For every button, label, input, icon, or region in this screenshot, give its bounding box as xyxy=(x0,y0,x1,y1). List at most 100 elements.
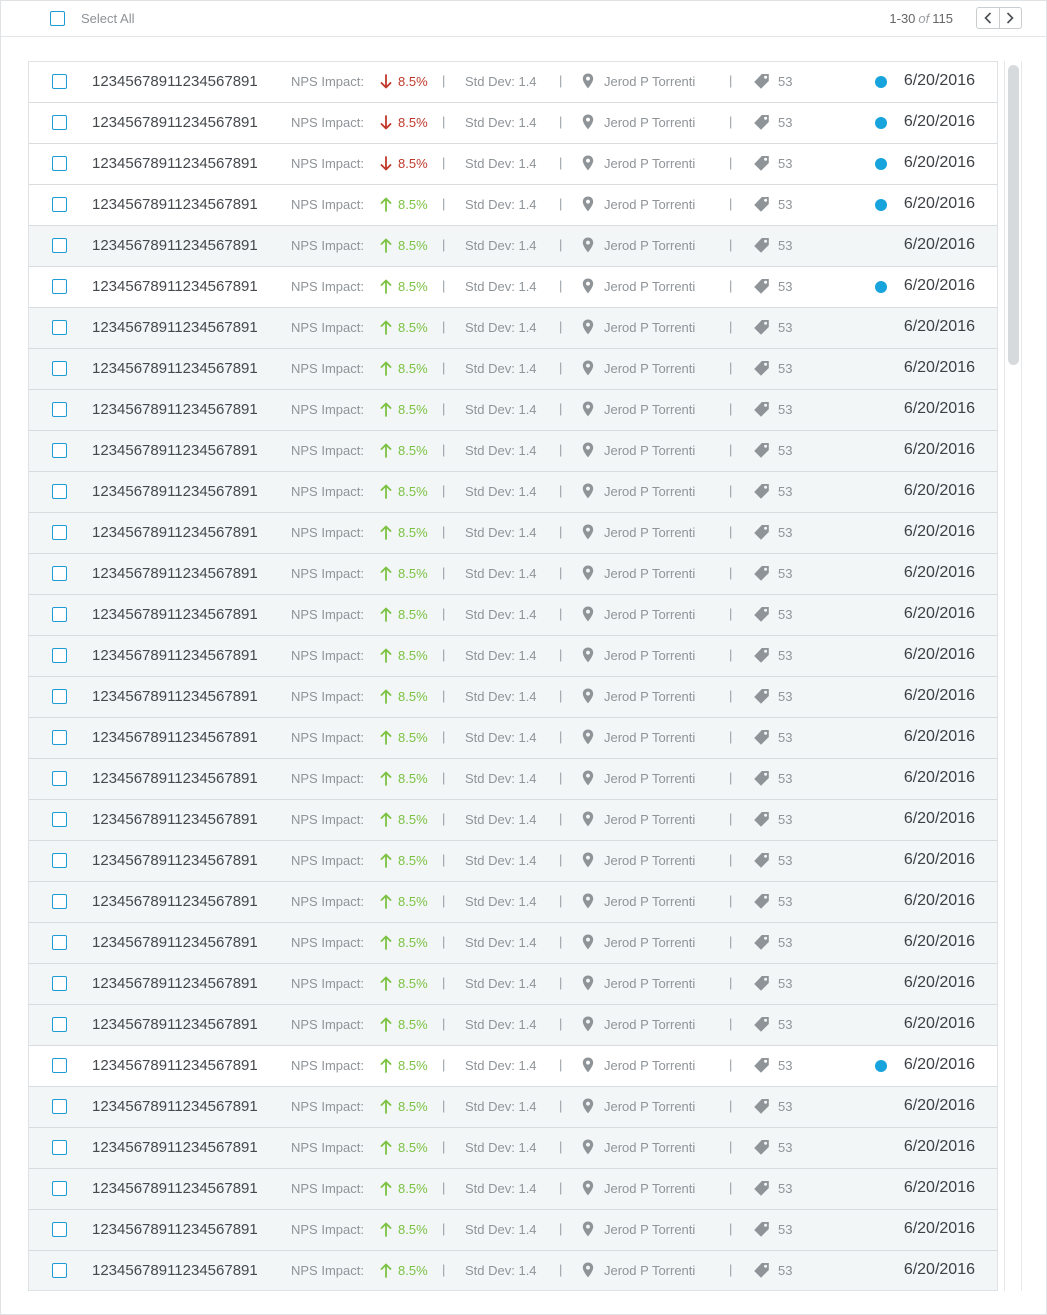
list-item[interactable]: 12345678911234567891 NPS Impact: 8.5% | … xyxy=(29,882,997,923)
row-checkbox[interactable] xyxy=(52,1099,67,1114)
list-item[interactable]: 12345678911234567891 NPS Impact: 8.5% | … xyxy=(29,1005,997,1046)
list-item[interactable]: 12345678911234567891 NPS Impact: 8.5% | … xyxy=(29,595,997,636)
list-item[interactable]: 12345678911234567891 NPS Impact: 8.5% | … xyxy=(29,677,997,718)
list-item[interactable]: 12345678911234567891 NPS Impact: 8.5% | … xyxy=(29,62,997,103)
list-item[interactable]: 12345678911234567891 NPS Impact: 8.5% | … xyxy=(29,1046,997,1087)
list-item[interactable]: 12345678911234567891 NPS Impact: 8.5% | … xyxy=(29,103,997,144)
item-id[interactable]: 12345678911234567891 xyxy=(92,1098,262,1115)
item-id[interactable]: 12345678911234567891 xyxy=(92,893,262,910)
select-all-checkbox[interactable] xyxy=(50,11,65,26)
item-id[interactable]: 12345678911234567891 xyxy=(92,401,262,418)
item-id[interactable]: 12345678911234567891 xyxy=(92,1057,262,1074)
list-item[interactable]: 12345678911234567891 NPS Impact: 8.5% | … xyxy=(29,226,997,267)
item-id[interactable]: 12345678911234567891 xyxy=(92,606,262,623)
item-date: 6/20/2016 xyxy=(903,154,975,171)
row-checkbox[interactable] xyxy=(52,197,67,212)
item-id[interactable]: 12345678911234567891 xyxy=(92,1221,262,1238)
item-id[interactable]: 12345678911234567891 xyxy=(92,278,262,295)
row-checkbox[interactable] xyxy=(52,320,67,335)
item-id[interactable]: 12345678911234567891 xyxy=(92,1262,262,1279)
item-id[interactable]: 12345678911234567891 xyxy=(92,852,262,869)
list-item[interactable]: 12345678911234567891 NPS Impact: 8.5% | … xyxy=(29,144,997,185)
row-checkbox[interactable] xyxy=(52,156,67,171)
row-checkbox[interactable] xyxy=(52,279,67,294)
row-checkbox[interactable] xyxy=(52,853,67,868)
prev-page-button[interactable] xyxy=(977,8,999,28)
row-checkbox[interactable] xyxy=(52,361,67,376)
list-item[interactable]: 12345678911234567891 NPS Impact: 8.5% | … xyxy=(29,1210,997,1251)
item-id[interactable]: 12345678911234567891 xyxy=(92,360,262,377)
row-checkbox[interactable] xyxy=(52,1222,67,1237)
list-item[interactable]: 12345678911234567891 NPS Impact: 8.5% | … xyxy=(29,759,997,800)
location-pin-icon xyxy=(582,688,594,704)
row-checkbox[interactable] xyxy=(52,1181,67,1196)
item-id[interactable]: 12345678911234567891 xyxy=(92,524,262,541)
list-item[interactable]: 12345678911234567891 NPS Impact: 8.5% | … xyxy=(29,431,997,472)
item-id[interactable]: 12345678911234567891 xyxy=(92,565,262,582)
item-id[interactable]: 12345678911234567891 xyxy=(92,647,262,664)
list-item[interactable]: 12345678911234567891 NPS Impact: 8.5% | … xyxy=(29,1169,997,1210)
scrollbar[interactable] xyxy=(1004,61,1022,1291)
row-checkbox[interactable] xyxy=(52,730,67,745)
next-page-button[interactable] xyxy=(998,8,1022,28)
row-checkbox[interactable] xyxy=(52,115,67,130)
list-item[interactable]: 12345678911234567891 NPS Impact: 8.5% | … xyxy=(29,841,997,882)
row-checkbox[interactable] xyxy=(52,894,67,909)
list-item[interactable]: 12345678911234567891 NPS Impact: 8.5% | … xyxy=(29,1087,997,1128)
item-id[interactable]: 12345678911234567891 xyxy=(92,1180,262,1197)
scrollbar-thumb[interactable] xyxy=(1008,65,1019,365)
row-checkbox[interactable] xyxy=(52,976,67,991)
item-id[interactable]: 12345678911234567891 xyxy=(92,729,262,746)
list-item[interactable]: 12345678911234567891 NPS Impact: 8.5% | … xyxy=(29,472,997,513)
item-id[interactable]: 12345678911234567891 xyxy=(92,770,262,787)
list-item[interactable]: 12345678911234567891 NPS Impact: 8.5% | … xyxy=(29,554,997,595)
list-item[interactable]: 12345678911234567891 NPS Impact: 8.5% | … xyxy=(29,800,997,841)
list-item[interactable]: 12345678911234567891 NPS Impact: 8.5% | … xyxy=(29,349,997,390)
item-id[interactable]: 12345678911234567891 xyxy=(92,237,262,254)
row-checkbox[interactable] xyxy=(52,648,67,663)
item-id[interactable]: 12345678911234567891 xyxy=(92,155,262,172)
row-checkbox[interactable] xyxy=(52,238,67,253)
row-checkbox[interactable] xyxy=(52,689,67,704)
row-checkbox[interactable] xyxy=(52,935,67,950)
row-checkbox[interactable] xyxy=(52,1058,67,1073)
list-item[interactable]: 12345678911234567891 NPS Impact: 8.5% | … xyxy=(29,718,997,759)
list-item[interactable]: 12345678911234567891 NPS Impact: 8.5% | … xyxy=(29,308,997,349)
row-checkbox[interactable] xyxy=(52,566,67,581)
list-item[interactable]: 12345678911234567891 NPS Impact: 8.5% | … xyxy=(29,185,997,226)
row-checkbox[interactable] xyxy=(52,443,67,458)
item-id[interactable]: 12345678911234567891 xyxy=(92,975,262,992)
item-id[interactable]: 12345678911234567891 xyxy=(92,319,262,336)
row-checkbox[interactable] xyxy=(52,607,67,622)
list-item[interactable]: 12345678911234567891 NPS Impact: 8.5% | … xyxy=(29,636,997,677)
row-checkbox[interactable] xyxy=(52,1140,67,1155)
row-checkbox[interactable] xyxy=(52,525,67,540)
owner-name: Jerod P Torrenti xyxy=(604,361,696,376)
item-id[interactable]: 12345678911234567891 xyxy=(92,1139,262,1156)
list-item[interactable]: 12345678911234567891 NPS Impact: 8.5% | … xyxy=(29,964,997,1005)
list-item[interactable]: 12345678911234567891 NPS Impact: 8.5% | … xyxy=(29,923,997,964)
item-id[interactable]: 12345678911234567891 xyxy=(92,442,262,459)
row-checkbox[interactable] xyxy=(52,1263,67,1278)
item-id[interactable]: 12345678911234567891 xyxy=(92,1016,262,1033)
divider: | xyxy=(729,688,733,703)
item-id[interactable]: 12345678911234567891 xyxy=(92,811,262,828)
row-checkbox[interactable] xyxy=(52,402,67,417)
row-checkbox[interactable] xyxy=(52,812,67,827)
select-all-label[interactable]: Select All xyxy=(81,11,134,26)
list-item[interactable]: 12345678911234567891 NPS Impact: 8.5% | … xyxy=(29,513,997,554)
list-item[interactable]: 12345678911234567891 NPS Impact: 8.5% | … xyxy=(29,1251,997,1290)
list-item[interactable]: 12345678911234567891 NPS Impact: 8.5% | … xyxy=(29,390,997,431)
item-id[interactable]: 12345678911234567891 xyxy=(92,114,262,131)
row-checkbox[interactable] xyxy=(52,1017,67,1032)
row-checkbox[interactable] xyxy=(52,74,67,89)
item-id[interactable]: 12345678911234567891 xyxy=(92,73,262,90)
list-item[interactable]: 12345678911234567891 NPS Impact: 8.5% | … xyxy=(29,1128,997,1169)
item-id[interactable]: 12345678911234567891 xyxy=(92,934,262,951)
item-id[interactable]: 12345678911234567891 xyxy=(92,483,262,500)
list-item[interactable]: 12345678911234567891 NPS Impact: 8.5% | … xyxy=(29,267,997,308)
item-id[interactable]: 12345678911234567891 xyxy=(92,196,262,213)
row-checkbox[interactable] xyxy=(52,484,67,499)
item-id[interactable]: 12345678911234567891 xyxy=(92,688,262,705)
row-checkbox[interactable] xyxy=(52,771,67,786)
